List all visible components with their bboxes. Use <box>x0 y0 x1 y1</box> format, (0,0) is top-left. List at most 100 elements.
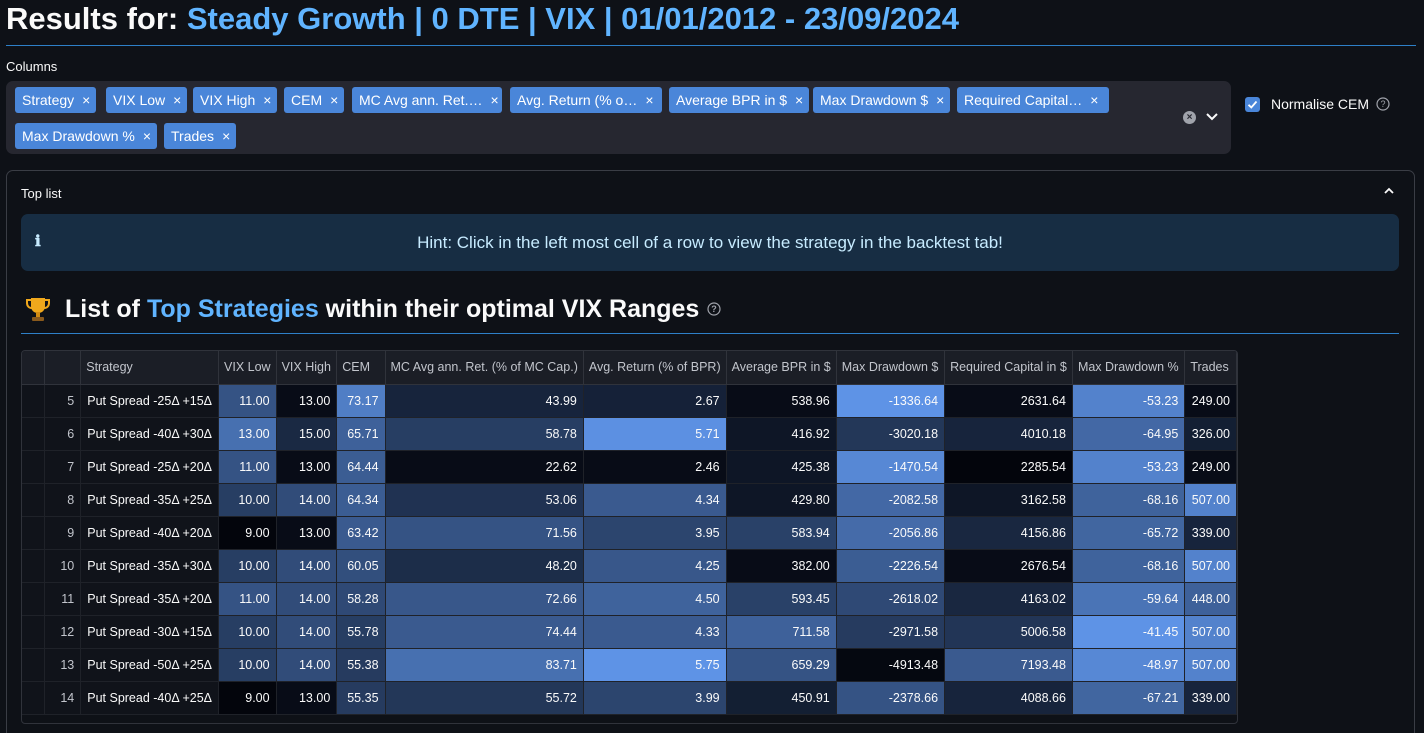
table-row[interactable]: 8 Put Spread -35Δ +25Δ 10.00 14.00 64.34 53.0… <box>22 483 1237 517</box>
row-select-cell[interactable] <box>22 549 46 583</box>
table-cell: -2378.66 <box>836 681 946 715</box>
chip-average-bpr[interactable]: Average BPR in $ × <box>669 87 810 113</box>
row-select-cell[interactable] <box>22 384 46 418</box>
columns-multiselect[interactable]: Strategy × VIX Low × VIX High × CEM × MC Avg… <box>6 81 1231 154</box>
table-cell: 711.58 <box>726 615 837 649</box>
table-cell: 13.00 <box>218 417 277 451</box>
chip-mc-avg-ann-ret[interactable]: MC Avg ann. Ret.… × <box>352 87 502 113</box>
chip-max-drawdown-dollar[interactable]: Max Drawdown $ × <box>813 87 951 113</box>
table-cell: 14.00 <box>276 648 338 682</box>
table-cell: 5.75 <box>583 648 727 682</box>
column-header[interactable] <box>22 351 46 385</box>
row-select-cell[interactable] <box>22 483 46 517</box>
table-row[interactable]: 11 Put Spread -35Δ +20Δ 11.00 14.00 58.28 72.… <box>22 582 1237 616</box>
column-header[interactable]: Average BPR in $ <box>726 351 837 385</box>
table-cell: 4.25 <box>583 549 727 583</box>
help-icon[interactable]: ? <box>1376 97 1390 111</box>
top-list-expander: Top list ℹ Hint: Click in the left most … <box>6 170 1415 733</box>
table-cell: 507.00 <box>1184 615 1237 649</box>
column-header[interactable]: Max Drawdown % <box>1072 351 1186 385</box>
table-row[interactable]: 10 Put Spread -35Δ +30Δ 10.00 14.00 60.05 48.… <box>22 549 1237 583</box>
chevron-down-icon[interactable] <box>1204 108 1220 124</box>
table-cell: 4.34 <box>583 483 727 517</box>
column-header[interactable]: Trades <box>1184 351 1237 385</box>
row-select-cell[interactable] <box>22 417 46 451</box>
table-body: 5 Put Spread -25Δ +15Δ 11.00 13.00 73.17 43.9… <box>22 384 1237 715</box>
row-select-cell[interactable] <box>22 516 46 550</box>
table-cell: -53.23 <box>1072 384 1186 418</box>
row-index: 7 <box>44 450 82 484</box>
chevron-up-icon[interactable] <box>1382 184 1396 198</box>
chip-label: Strategy <box>22 92 75 108</box>
heading-accent: Top Strategies <box>146 295 319 323</box>
column-header[interactable]: Strategy <box>80 351 220 385</box>
table-cell: 425.38 <box>726 450 837 484</box>
table-cell: 55.72 <box>385 681 584 715</box>
row-select-cell[interactable] <box>22 450 46 484</box>
table-row[interactable]: 13 Put Spread -50Δ +25Δ 10.00 14.00 55.38 83.… <box>22 648 1237 682</box>
table-cell: 83.71 <box>385 648 584 682</box>
trophy-icon <box>26 298 50 321</box>
chip-strategy[interactable]: Strategy × <box>15 87 97 113</box>
table-cell: 65.71 <box>336 417 386 451</box>
column-header[interactable]: Max Drawdown $ <box>836 351 946 385</box>
strategies-table[interactable]: Strategy VIX Low VIX High CEM MC Avg ann. Re… <box>21 350 1238 724</box>
expander-title[interactable]: Top list <box>21 186 61 201</box>
row-select-cell[interactable] <box>22 615 46 649</box>
column-header[interactable]: Required Capital in $ <box>944 351 1073 385</box>
remove-chip-icon[interactable]: × <box>263 87 271 113</box>
checkmark-icon <box>1247 100 1258 109</box>
table-cell: 63.42 <box>336 516 386 550</box>
table-cell: -2618.02 <box>836 582 946 616</box>
remove-chip-icon[interactable]: × <box>645 87 653 113</box>
table-cell: -3020.18 <box>836 417 946 451</box>
table-cell: 14.00 <box>276 615 338 649</box>
remove-chip-icon[interactable]: × <box>330 87 338 113</box>
remove-chip-icon[interactable]: × <box>82 87 90 113</box>
table-row[interactable]: 14 Put Spread -40Δ +25Δ 9.00 13.00 55.35 55.7… <box>22 681 1237 715</box>
column-header[interactable]: Avg. Return (% of BPR) <box>583 351 727 385</box>
table-cell: -41.45 <box>1072 615 1186 649</box>
remove-chip-icon[interactable]: × <box>936 87 944 113</box>
chip-avg-return[interactable]: Avg. Return (% o… × <box>510 87 662 113</box>
checkbox-box[interactable] <box>1245 96 1260 112</box>
column-header[interactable] <box>44 351 82 385</box>
chip-vix-low[interactable]: VIX Low × <box>106 87 188 113</box>
table-row[interactable]: 6 Put Spread -40Δ +30Δ 13.00 15.00 65.71 58.7… <box>22 417 1237 451</box>
chip-max-drawdown-percent[interactable]: Max Drawdown % × <box>15 123 158 149</box>
help-icon[interactable]: ? <box>707 302 721 316</box>
chip-required-capital[interactable]: Required Capital… × <box>957 87 1109 113</box>
row-select-cell[interactable] <box>22 648 46 682</box>
remove-chip-icon[interactable]: × <box>173 87 181 113</box>
chip-vix-high[interactable]: VIX High × <box>193 87 278 113</box>
table-row[interactable]: 5 Put Spread -25Δ +15Δ 11.00 13.00 73.17 43.9… <box>22 384 1237 418</box>
remove-chip-icon[interactable]: × <box>222 123 230 149</box>
column-header[interactable]: VIX Low <box>218 351 277 385</box>
chip-cem[interactable]: CEM × <box>284 87 345 113</box>
column-header[interactable]: VIX High <box>276 351 338 385</box>
chip-label: MC Avg ann. Ret.… <box>359 92 483 108</box>
normalise-cem-checkbox[interactable]: Normalise CEM ? <box>1245 95 1390 113</box>
remove-chip-icon[interactable]: × <box>490 87 498 113</box>
table-cell: 249.00 <box>1184 384 1237 418</box>
row-select-cell[interactable] <box>22 582 46 616</box>
table-cell: 22.62 <box>385 450 584 484</box>
row-select-cell[interactable] <box>22 681 46 715</box>
remove-chip-icon[interactable]: × <box>143 123 151 149</box>
table-row[interactable]: 7 Put Spread -25Δ +20Δ 11.00 13.00 64.44 22.6… <box>22 450 1237 484</box>
table-cell: 43.99 <box>385 384 584 418</box>
column-header[interactable]: MC Avg ann. Ret. (% of MC Cap.) <box>385 351 584 385</box>
remove-chip-icon[interactable]: × <box>1090 87 1098 113</box>
table-cell: 10.00 <box>218 648 277 682</box>
table-row[interactable]: 12 Put Spread -30Δ +15Δ 10.00 14.00 55.78 74.… <box>22 615 1237 649</box>
remove-chip-icon[interactable]: × <box>795 87 803 113</box>
strategy-cell: Put Spread -35Δ +20Δ <box>80 582 220 616</box>
table-cell: 3162.58 <box>944 483 1073 517</box>
strategy-cell: Put Spread -50Δ +25Δ <box>80 648 220 682</box>
clear-all-icon[interactable]: × <box>1183 111 1196 124</box>
chip-label: VIX Low <box>113 92 166 108</box>
table-row[interactable]: 9 Put Spread -40Δ +20Δ 9.00 13.00 63.42 71.56… <box>22 516 1237 550</box>
column-header[interactable]: CEM <box>336 351 386 385</box>
chip-trades[interactable]: Trades × <box>164 123 237 149</box>
title-divider <box>6 45 1416 46</box>
